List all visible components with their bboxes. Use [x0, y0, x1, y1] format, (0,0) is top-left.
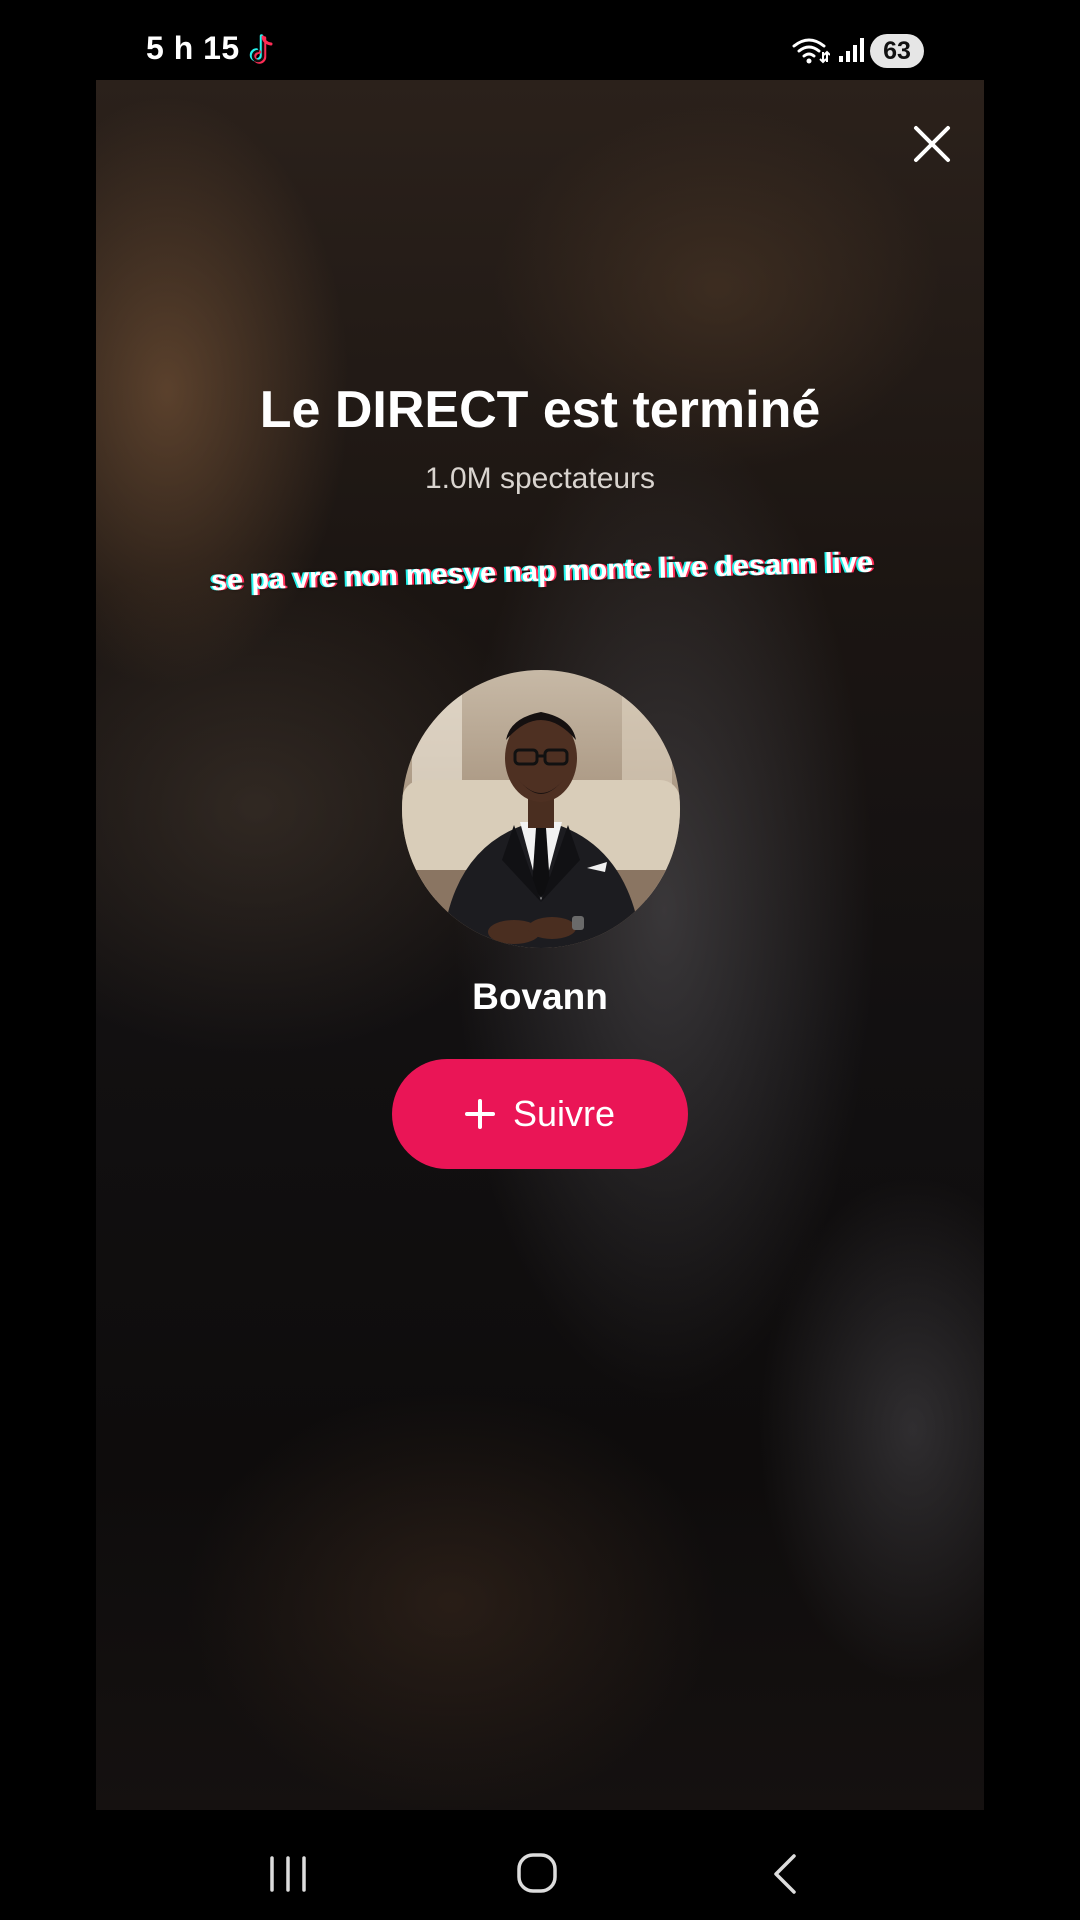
battery-icon: 63 [870, 34, 924, 68]
plus-icon [464, 1099, 495, 1129]
tiktok-icon [247, 34, 277, 68]
follow-label: Suivre [512, 1093, 616, 1134]
close-button[interactable] [910, 122, 954, 166]
viewer-count: 1.0M spectateurs [424, 462, 656, 495]
host-photo [402, 670, 680, 948]
live-ended-title: Le DIRECT est terminé [259, 381, 821, 439]
host-name: Bovann [472, 976, 608, 1017]
signal-icon [838, 36, 866, 64]
caption-text: se pa vre non mesye nap monte live desan… [210, 546, 874, 598]
recents-button[interactable] [266, 1854, 310, 1894]
status-time: 5 h 15 [146, 30, 240, 66]
home-icon [517, 1853, 557, 1893]
home-button[interactable] [516, 1852, 558, 1894]
follow-button[interactable]: Suivre [392, 1059, 688, 1169]
back-button[interactable] [770, 1852, 800, 1896]
back-icon [774, 1854, 796, 1894]
navigation-bar [0, 1810, 1080, 1920]
live-ended-screen: 5 h 15 63 Le DIRECT est terminé 1.0M spe… [0, 0, 1080, 1920]
close-icon [914, 126, 950, 162]
live-ended-card: Le DIRECT est terminé 1.0M spectateurs s… [96, 80, 984, 1810]
wifi-icon [792, 36, 831, 66]
recents-icon [270, 1856, 306, 1892]
status-bar: 5 h 15 63 [0, 0, 1080, 80]
avatar[interactable] [402, 670, 680, 948]
